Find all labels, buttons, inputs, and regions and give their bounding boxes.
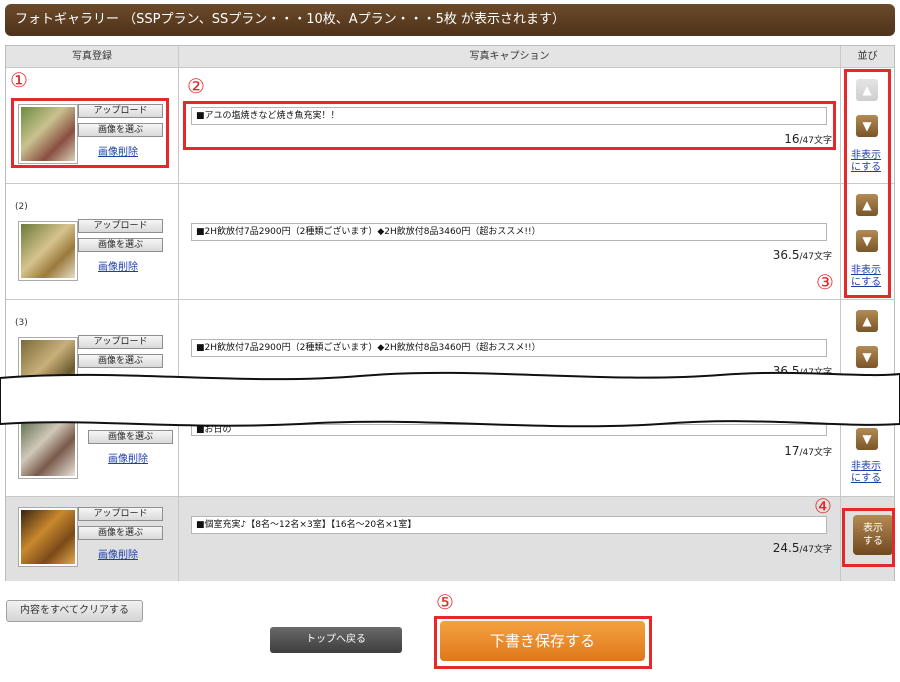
annotation-box-4 — [842, 508, 895, 567]
annotation-number: ④ — [814, 494, 832, 518]
arrow-down-icon[interactable]: ▼ — [856, 346, 878, 368]
hide-link[interactable]: 非表示 にする — [851, 461, 881, 485]
delete-image-link[interactable]: 画像削除 — [108, 450, 148, 465]
delete-image-link[interactable]: 画像削除 — [98, 546, 138, 561]
char-count: 24.5/47文字 — [772, 541, 832, 555]
char-count: 17/47文字 — [784, 444, 832, 458]
upload-button[interactable]: アップロード — [78, 335, 163, 349]
back-to-top-button[interactable]: トップへ戻る — [270, 627, 402, 653]
caption-cell: ■個室充実♪【8名～12名×3室】【16名～20名×1室】 24.5/47文字 — [179, 497, 840, 581]
annotation-number: ③ — [816, 270, 834, 294]
photo-thumbnail[interactable] — [19, 508, 77, 566]
photo-cell: (2) アップロード 画像を選ぶ 画像削除 — [6, 184, 178, 299]
photo-thumbnail[interactable] — [19, 222, 77, 280]
col-head-order: 並び — [841, 46, 894, 68]
arrow-up-icon[interactable]: ▲ — [856, 310, 878, 332]
annotation-number: ① — [10, 68, 28, 92]
table-row: (2) アップロード 画像を選ぶ 画像削除 ■2H飲放付7品2900円（2種類ご… — [6, 184, 894, 299]
delete-image-link[interactable]: 画像削除 — [98, 258, 138, 273]
caption-input[interactable]: ■2H飲放付7品2900円（2種類ございます）◆2H飲放付8品3460円（超おス… — [191, 339, 827, 357]
row-number: (3) — [15, 318, 28, 328]
upload-button[interactable]: アップロード — [78, 219, 163, 233]
caption-input[interactable]: ■個室充実♪【8名～12名×3室】【16名～20名×1室】 — [191, 516, 827, 534]
upload-button[interactable]: アップロード — [78, 507, 163, 521]
char-count: 36.5/47文字 — [772, 248, 832, 262]
save-draft-button[interactable]: 下書き保存する — [440, 621, 645, 661]
caption-input[interactable]: ■2H飲放付7品2900円（2種類ございます）◆2H飲放付8品3460円（超おス… — [191, 223, 827, 241]
torn-paper-overlay — [0, 371, 900, 428]
annotation-number: ② — [187, 74, 205, 98]
row-number: (2) — [15, 202, 28, 212]
col-head-photo: 写真登録 — [6, 46, 179, 68]
col-head-caption: 写真キャプション — [179, 46, 841, 68]
choose-image-button[interactable]: 画像を選ぶ — [78, 238, 163, 252]
caption-cell: ■2H飲放付7品2900円（2種類ございます）◆2H飲放付8品3460円（超おス… — [179, 184, 840, 299]
photo-cell: アップロード 画像を選ぶ 画像削除 — [6, 497, 178, 581]
annotation-box-2 — [183, 101, 836, 150]
annotation-box-3 — [844, 69, 891, 298]
choose-image-button[interactable]: 画像を選ぶ — [78, 526, 163, 540]
page-title: フォトギャラリー （SSPプラン、SSプラン・・・10枚、Aプラン・・・5枚 が… — [5, 4, 895, 36]
annotation-number: ⑤ — [436, 590, 454, 614]
annotation-box-1 — [11, 98, 169, 168]
table-row: アップロード 画像を選ぶ 画像削除 ■個室充実♪【8名～12名×3室】【16名～… — [6, 497, 894, 581]
clear-all-button[interactable]: 内容をすべてクリアする — [6, 600, 143, 622]
choose-image-button[interactable]: 画像を選ぶ — [88, 430, 173, 444]
